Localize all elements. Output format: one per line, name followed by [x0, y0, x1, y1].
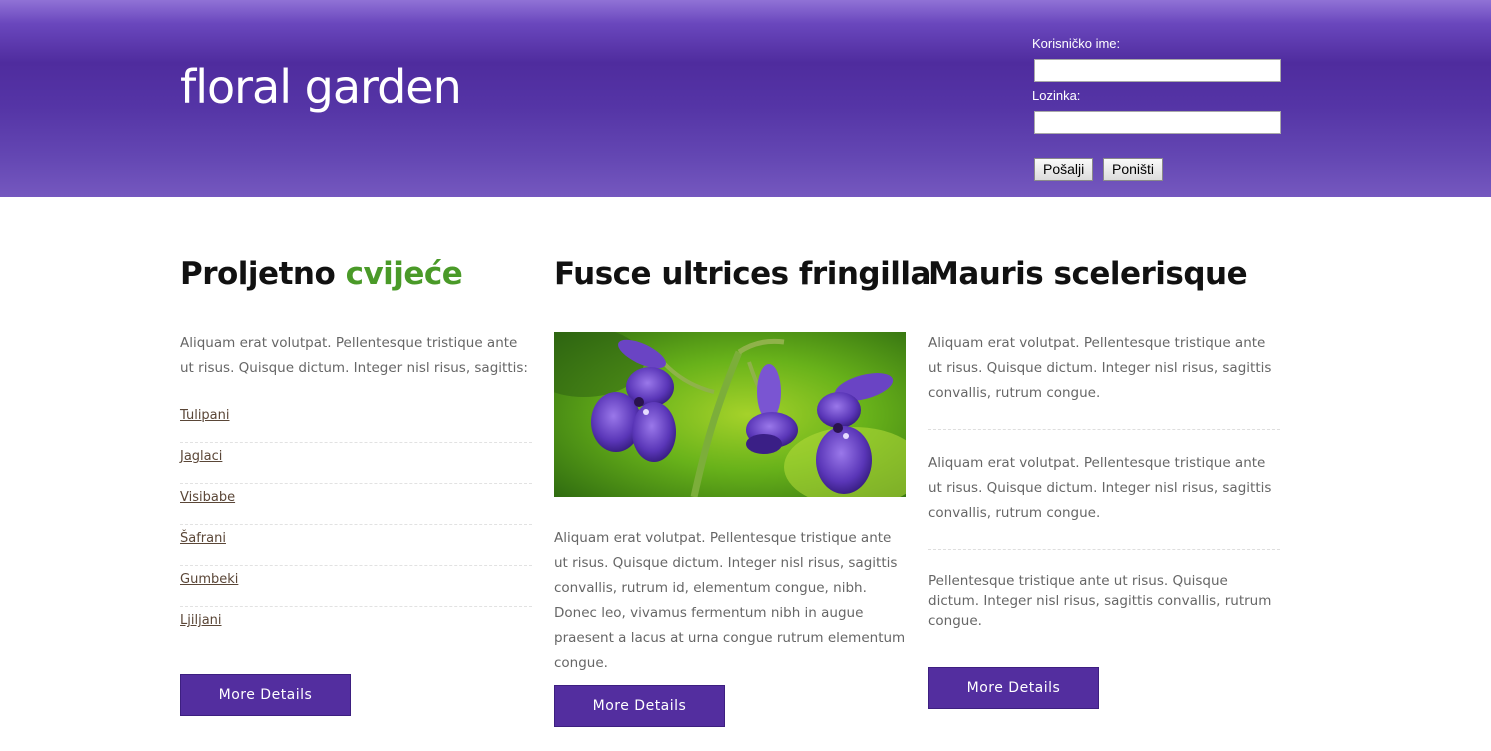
username-input[interactable]	[1034, 59, 1281, 82]
purple-flowers-photo	[554, 332, 906, 497]
flower-list: Tulipani Jaglaci Visibabe Šafrani Gumbek…	[180, 402, 532, 648]
list-item: Gumbeki	[180, 566, 532, 607]
reset-button[interactable]: Poništi	[1103, 158, 1164, 181]
title-accent: cvijeće	[345, 256, 463, 292]
list-item: Visibabe	[180, 484, 532, 525]
more-details-button[interactable]: More Details	[928, 667, 1099, 709]
username-label: Korisničko ime:	[1032, 36, 1121, 51]
more-details-button[interactable]: More Details	[554, 685, 725, 727]
flower-link[interactable]: Jaglaci	[180, 449, 222, 464]
flower-link[interactable]: Visibabe	[180, 490, 235, 505]
password-input[interactable]	[1034, 111, 1281, 134]
column-title: Fusce ultrices fringilla	[554, 256, 931, 292]
column-paragraph: Pellentesque tristique ante ut risus. Qu…	[928, 573, 1272, 629]
column-title: Mauris scelerisque	[928, 256, 1248, 292]
flower-link[interactable]: Tulipani	[180, 408, 230, 423]
divider	[928, 429, 1280, 430]
list-item: Tulipani	[180, 402, 532, 443]
list-item: Jaglaci	[180, 443, 532, 484]
list-item: Ljiljani	[180, 607, 532, 648]
column-title: Proljetno cvijeće	[180, 256, 463, 292]
list-item: Šafrani	[180, 525, 532, 566]
site-logo[interactable]: floral garden	[180, 60, 462, 114]
password-label: Lozinka:	[1032, 88, 1081, 103]
column-paragraph: Aliquam erat volutpat. Pellentesque tris…	[928, 455, 1272, 521]
flower-link[interactable]: Ljiljani	[180, 613, 222, 628]
column-paragraph: Aliquam erat volutpat. Pellentesque tris…	[928, 335, 1272, 401]
site-header: floral garden Korisničko ime: Lozinka: P…	[0, 0, 1491, 197]
flower-link[interactable]: Gumbeki	[180, 572, 238, 587]
more-details-button[interactable]: More Details	[180, 674, 351, 716]
flower-link[interactable]: Šafrani	[180, 531, 226, 546]
intro-text: Aliquam erat volutpat. Pellentesque tris…	[180, 335, 528, 376]
divider	[928, 549, 1280, 550]
submit-button[interactable]: Pošalji	[1034, 158, 1094, 181]
title-main: Proljetno	[180, 256, 346, 292]
column-text: Aliquam erat volutpat. Pellentesque tris…	[554, 530, 906, 671]
